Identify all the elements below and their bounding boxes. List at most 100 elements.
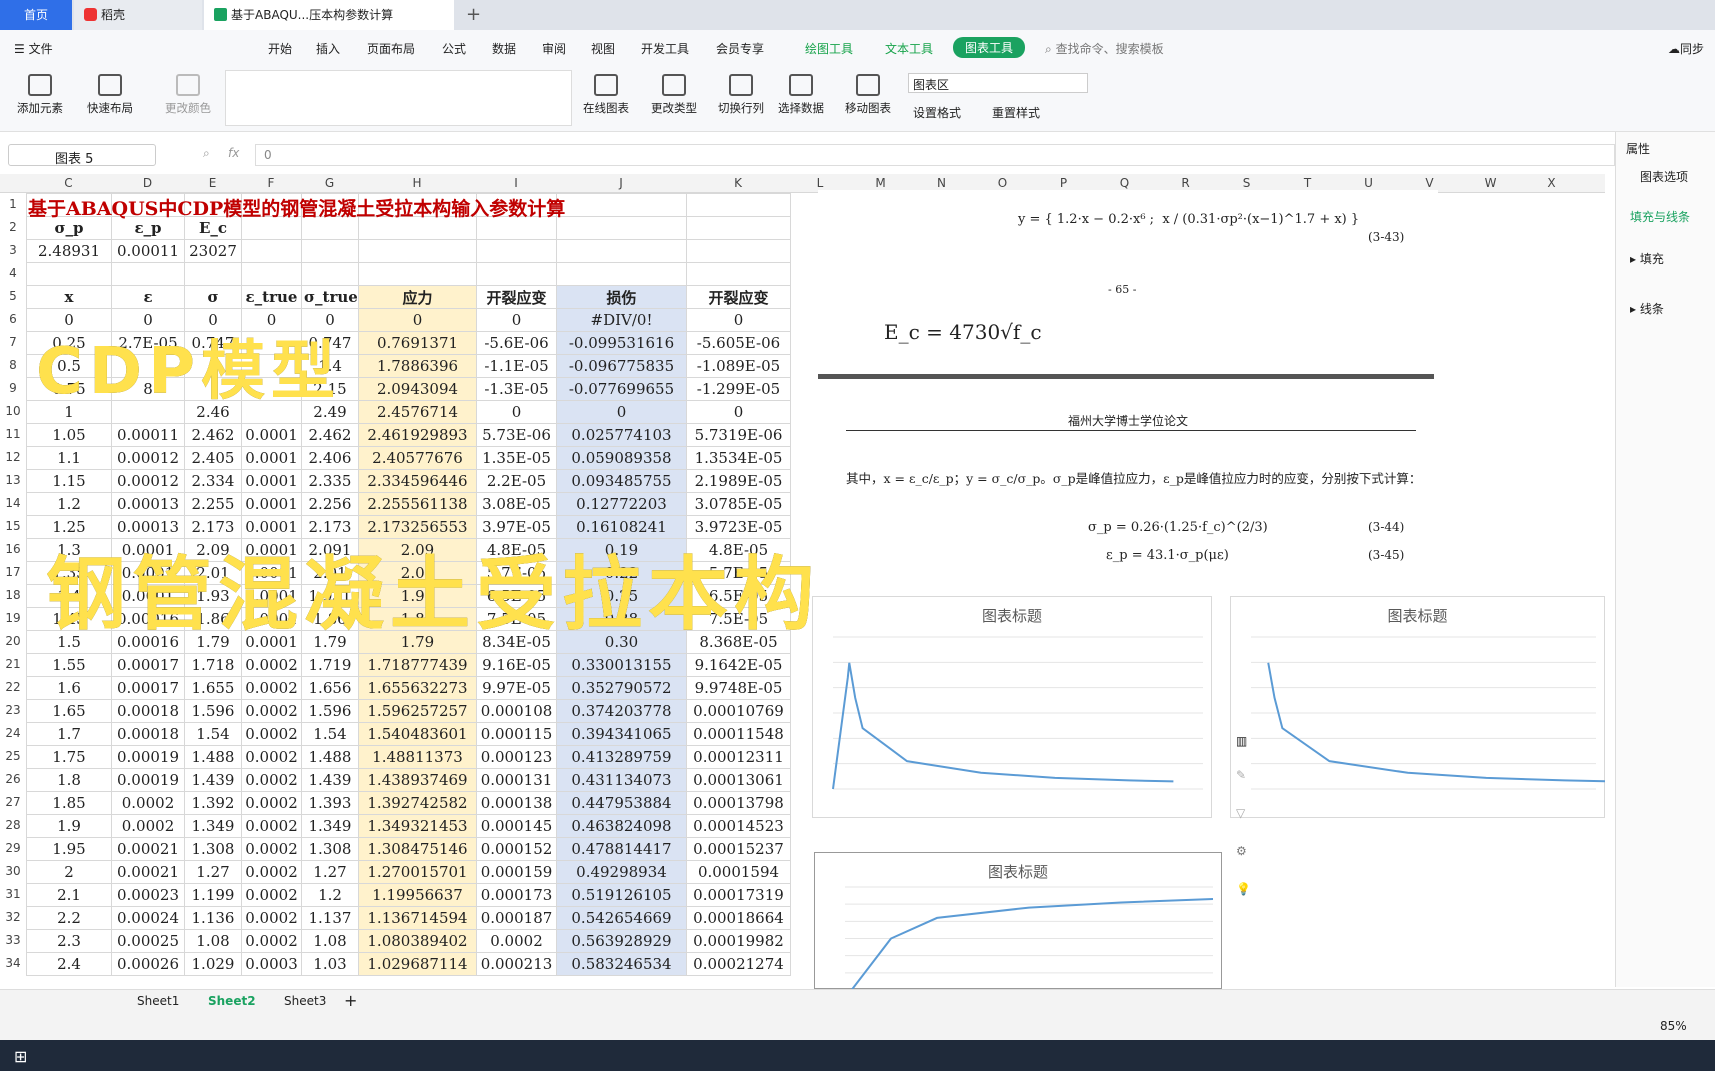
row-header-1[interactable]: 1	[0, 197, 26, 211]
table-cell[interactable]: 1.596	[184, 699, 242, 723]
table-cell[interactable]	[686, 239, 791, 263]
table-cell[interactable]	[556, 193, 687, 217]
table-cell[interactable]: 1.308	[301, 837, 359, 861]
table-cell[interactable]: 2.2	[26, 906, 112, 930]
table-cell[interactable]: 0.00011	[111, 239, 185, 263]
row-header-3[interactable]: 3	[0, 243, 26, 257]
row-header-19[interactable]: 19	[0, 611, 26, 625]
pencil-icon[interactable]: ✎	[1236, 768, 1264, 806]
table-cell[interactable]: 0.000138	[476, 791, 557, 815]
table-cell[interactable]	[476, 239, 557, 263]
table-cell[interactable]: 0.0002	[476, 929, 557, 953]
table-cell[interactable]	[301, 239, 359, 263]
series-line[interactable]	[845, 898, 1214, 989]
row-header-17[interactable]: 17	[0, 565, 26, 579]
windows-start-icon[interactable]: ⊞	[14, 1047, 27, 1066]
table-cell[interactable]: -5.605E-06	[686, 331, 791, 355]
row-header-28[interactable]: 28	[0, 818, 26, 832]
table-cell[interactable]: 0.12772203	[556, 492, 687, 516]
column-header-C[interactable]: C	[26, 176, 111, 190]
row-header-12[interactable]: 12	[0, 450, 26, 464]
table-cell[interactable]: 0.00021	[111, 837, 185, 861]
row-header-8[interactable]: 8	[0, 358, 26, 372]
table-cell[interactable]: -0.077699655	[556, 377, 687, 401]
table-cell[interactable]: 0.0002	[241, 883, 302, 907]
table-cell[interactable]: -1.299E-05	[686, 377, 791, 401]
table-cell[interactable]: 0.0002	[241, 860, 302, 884]
table-cell[interactable]: 0.00013798	[686, 791, 791, 815]
column-header-D[interactable]: D	[111, 176, 184, 190]
change-color-button[interactable]: 更改颜色	[158, 74, 218, 116]
table-cell[interactable]: 1.35E-05	[476, 446, 557, 470]
table-cell[interactable]: 1.488	[184, 745, 242, 769]
table-cell[interactable]: 1.6	[26, 676, 112, 700]
table-cell[interactable]: 3.0785E-05	[686, 492, 791, 516]
table-cell[interactable]: 1.95	[26, 837, 112, 861]
table-cell[interactable]: 0.000115	[476, 722, 557, 746]
table-cell[interactable]: 0.542654669	[556, 906, 687, 930]
row-header-14[interactable]: 14	[0, 496, 26, 510]
table-cell[interactable]: 0.431134073	[556, 768, 687, 792]
table-cell[interactable]: 0.0002	[241, 837, 302, 861]
table-cell[interactable]: 0.413289759	[556, 745, 687, 769]
table-cell[interactable]: 0.00021	[111, 860, 185, 884]
row-header-5[interactable]: 5	[0, 289, 26, 303]
line-section[interactable]: ▸ 线条	[1630, 300, 1664, 317]
table-cell[interactable]: 0.0002	[241, 768, 302, 792]
menu-item-vip[interactable]: 会员专享	[716, 40, 764, 57]
row-header-27[interactable]: 27	[0, 795, 26, 809]
table-cell[interactable]: 0.0002	[111, 814, 185, 838]
table-cell[interactable]: 2.461929893	[358, 423, 477, 447]
table-cell[interactable]: 0.0002	[241, 676, 302, 700]
table-cell[interactable]: 1.54	[184, 722, 242, 746]
table-cell[interactable]: 0.00013	[111, 492, 185, 516]
menu-item-insert[interactable]: 插入	[316, 40, 340, 57]
table-cell[interactable]: 1.54	[301, 722, 359, 746]
table-cell[interactable]: 1.136	[184, 906, 242, 930]
column-header-R[interactable]: R	[1155, 176, 1216, 190]
chart-2[interactable]: 图表标题	[1230, 596, 1605, 818]
row-header-32[interactable]: 32	[0, 910, 26, 924]
row-header-26[interactable]: 26	[0, 772, 26, 786]
column-header-J[interactable]: J	[556, 176, 686, 190]
table-cell[interactable]: 1.2	[26, 492, 112, 516]
table-cell[interactable]: 1.9	[26, 814, 112, 838]
menu-item-view[interactable]: 视图	[591, 40, 615, 57]
chart-1[interactable]: 图表标题	[812, 596, 1212, 818]
chart-style-gallery[interactable]	[225, 70, 572, 126]
table-cell[interactable]: 1.393	[301, 791, 359, 815]
menu-file[interactable]: ☰ 文件	[14, 40, 53, 57]
filter-icon[interactable]: ▽	[1236, 806, 1264, 844]
table-cell[interactable]: 0.093485755	[556, 469, 687, 493]
table-cell[interactable]: 0	[358, 308, 477, 332]
row-header-21[interactable]: 21	[0, 657, 26, 671]
menu-item-start[interactable]: 开始	[268, 40, 292, 57]
table-cell[interactable]: 3.08E-05	[476, 492, 557, 516]
switch-rowcol-button[interactable]: 切换行列	[711, 74, 771, 116]
table-cell[interactable]: 0.00019	[111, 768, 185, 792]
table-cell[interactable]: 2.4576714	[358, 400, 477, 424]
table-cell[interactable]: 0.00026	[111, 952, 185, 976]
menu-text-tool[interactable]: 文本工具	[885, 40, 933, 57]
table-cell[interactable]: 0.00019982	[686, 929, 791, 953]
table-cell[interactable]: 1.08	[301, 929, 359, 953]
row-header-33[interactable]: 33	[0, 933, 26, 947]
table-cell[interactable]: 0.000159	[476, 860, 557, 884]
table-cell[interactable]: -5.6E-06	[476, 331, 557, 355]
table-cell[interactable]: 1.03	[301, 952, 359, 976]
set-format-button[interactable]: 设置格式	[913, 104, 961, 121]
table-cell[interactable]: 0	[556, 400, 687, 424]
tab-home[interactable]: 首页	[0, 0, 72, 30]
table-cell[interactable]: x	[26, 285, 112, 309]
table-cell[interactable]: 1.7	[26, 722, 112, 746]
table-cell[interactable]: 0.00010769	[686, 699, 791, 723]
table-cell[interactable]: 2.406	[301, 446, 359, 470]
row-header-25[interactable]: 25	[0, 749, 26, 763]
column-header-P[interactable]: P	[1033, 176, 1094, 190]
table-cell[interactable]: 1.308	[184, 837, 242, 861]
table-cell[interactable]: 0.000187	[476, 906, 557, 930]
table-cell[interactable]: 1.85	[26, 791, 112, 815]
column-header-K[interactable]: K	[686, 176, 790, 190]
chart-element-select[interactable]: 图表区	[908, 73, 1088, 93]
table-cell[interactable]: 2.1	[26, 883, 112, 907]
